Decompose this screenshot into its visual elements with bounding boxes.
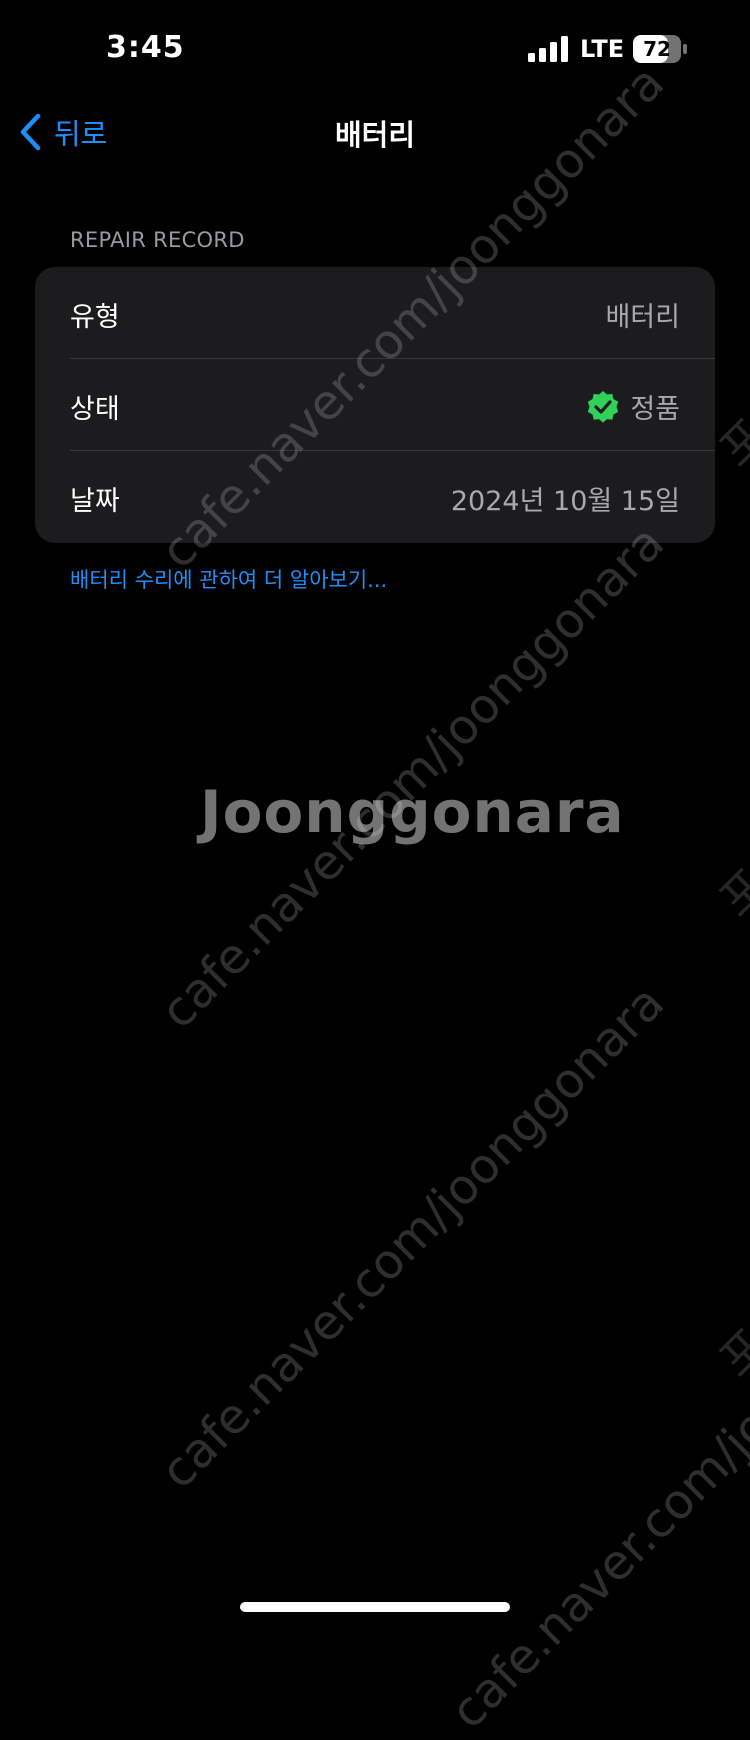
row-label: 상태 bbox=[70, 394, 120, 425]
repair-record-card: 유형 배터리 상태 정품 날짜 2024년 10월 15일 bbox=[35, 267, 715, 543]
row-type: 유형 배터리 bbox=[35, 267, 715, 359]
row-status: 상태 정품 bbox=[35, 359, 715, 451]
side-watermark: 포드 bbox=[708, 826, 750, 929]
status-value: 정품 bbox=[630, 394, 680, 425]
home-indicator[interactable] bbox=[240, 1602, 510, 1612]
row-value: 배터리 bbox=[605, 295, 680, 334]
back-button[interactable]: 뒤로 bbox=[18, 110, 107, 154]
status-time: 3:45 bbox=[106, 30, 185, 65]
row-label: 날짜 bbox=[70, 486, 120, 517]
brand-watermark-logo: Joonggonara bbox=[200, 778, 625, 846]
back-label: 뒤로 bbox=[54, 117, 108, 151]
battery-percentage: 72 bbox=[643, 37, 671, 61]
learn-more-link[interactable]: 배터리 수리에 관하여 더 알아보기... bbox=[70, 564, 387, 594]
url-watermark: cafe.naver.com/joonggonara bbox=[440, 1214, 750, 1740]
date-value: 2024년 10월 15일 bbox=[450, 486, 680, 517]
verified-check-icon bbox=[588, 390, 619, 423]
row-date: 날짜 2024년 10월 15일 bbox=[35, 451, 715, 543]
status-bar: 3:45 LTE 72 bbox=[0, 0, 750, 100]
type-value: 배터리 bbox=[605, 302, 680, 333]
network-type: LTE bbox=[580, 35, 625, 63]
url-watermark: cafe.naver.com/joonggonara bbox=[150, 974, 675, 1500]
row-label: 유형 bbox=[70, 302, 120, 333]
row-value: 2024년 10월 15일 bbox=[451, 479, 680, 518]
side-watermark: 포드 bbox=[708, 1286, 750, 1389]
row-value: 정품 bbox=[586, 387, 680, 426]
section-header: REPAIR RECORD bbox=[70, 228, 245, 252]
chevron-left-icon bbox=[20, 113, 41, 151]
cellular-signal-icon bbox=[528, 36, 568, 62]
page-title: 배터리 bbox=[334, 118, 416, 152]
navigation-bar: 배터리 뒤로 bbox=[0, 100, 750, 164]
